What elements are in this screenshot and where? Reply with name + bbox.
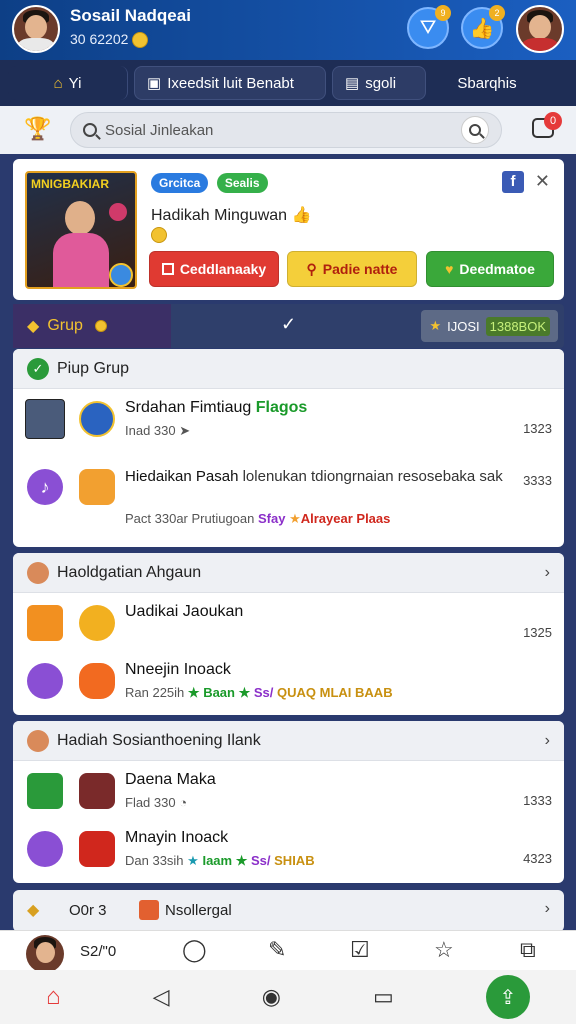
group-icon <box>27 663 63 699</box>
trophy-icon[interactable]: 🏆 <box>24 116 51 142</box>
home-circle-icon[interactable]: ◉ <box>262 984 281 1010</box>
list-item[interactable]: ♪ Hiedaikan Pasah lolenukan tdiongrnaian… <box>13 459 564 543</box>
section2-header[interactable]: Haoldgatian Ahgaun › <box>13 553 564 593</box>
box-icon <box>79 605 115 641</box>
section-more[interactable]: ◆ O0r 3 Nsollergal › <box>13 890 564 932</box>
section-social-rewards: Hadiah Sosianthoening Ilank › Daena Maka… <box>13 721 564 883</box>
folder-icon: ▤ <box>345 75 360 92</box>
send-icon: ➤ <box>179 423 191 438</box>
search-small-icon: ⚲ <box>306 260 317 277</box>
truck-icon <box>79 469 115 505</box>
chip-grcitca[interactable]: Grcitca <box>151 173 209 193</box>
nav-tabs: ⌂ Yi ▣ Ixeedsit luit Benabt ▤ sgoli Sbarqhi… <box>0 60 576 106</box>
home-red-icon[interactable]: ⌂ <box>46 983 61 1011</box>
search-input[interactable]: Sosial Jinleakan <box>70 112 502 148</box>
likes-button[interactable]: 👍 2 <box>461 5 505 49</box>
group-count-pill[interactable]: ★ IJOSI 1388BOK <box>421 310 558 342</box>
facebook-icon[interactable]: f <box>502 171 524 193</box>
calendar-icon <box>139 900 159 920</box>
coin-icon <box>132 32 149 49</box>
promo-card: MNIGBAKIAR Grcitca Sealis ✕ f Hadikah Mi… <box>13 159 564 300</box>
notification-badge: 0 <box>544 112 562 130</box>
list-item[interactable]: Daena Maka Flad 330 ◔ 1333 <box>13 763 564 825</box>
group-icon <box>27 831 63 867</box>
section-popular-group: ✓ Piup Grup Srdahan Fimtiaug Flagos Inad… <box>13 349 564 547</box>
group-tab[interactable]: ◆ Grup <box>13 304 171 348</box>
system-nav-bar: ⌂ ◁ ◉ ▭ ⇪ <box>0 970 576 1024</box>
home-icon: ⌂ <box>53 74 63 92</box>
tab-more[interactable]: Sbarqhis <box>432 66 542 100</box>
tasks-icon[interactable]: ☑ <box>350 937 370 963</box>
list-item[interactable]: Srdahan Fimtiaug Flagos Inad 330 ➤ 1323 <box>13 391 564 453</box>
poster-title: MNIGBAKIAR <box>31 177 109 191</box>
tab-folder[interactable]: ▤ sgoli <box>332 66 426 100</box>
list-item[interactable]: Uadikai Jaoukan 1325 <box>13 595 564 657</box>
promo-close-icon[interactable]: ✕ <box>535 171 550 192</box>
top-bar: Sosail Nadqeai 30 62202 ⛛ 9 👍 2 <box>0 0 576 60</box>
search-row: 🏆 Sosial Jinleakan 0 <box>0 106 576 154</box>
group-avatar-icon <box>79 401 115 437</box>
clock-icon: ◔ <box>179 795 188 810</box>
red-action-button[interactable]: Ceddlanaaky <box>149 251 279 287</box>
slot-icon <box>79 773 115 809</box>
profile-avatar[interactable] <box>12 5 60 53</box>
promo-coin-icon <box>151 227 167 243</box>
section-weekly-rewards: Haoldgatian Ahgaun › Uadikai Jaoukan 132… <box>13 553 564 715</box>
users-icon <box>27 561 49 584</box>
edit-icon[interactable]: ✎ <box>268 937 286 963</box>
bottom-nav: S2/"0 ◯ ✎ ☑ ☆ ⧉ <box>0 930 576 973</box>
thumbnail-icon <box>25 399 65 439</box>
user-avatar[interactable] <box>26 935 64 973</box>
friend-avatar[interactable] <box>516 5 564 53</box>
profile-name: Sosail Nadqeai <box>70 6 191 25</box>
tab-feed[interactable]: ▣ Ixeedsit luit Benabt <box>134 66 326 100</box>
chart-icon <box>27 773 63 809</box>
users-icon <box>27 729 49 752</box>
list-item[interactable]: Mnayin Inoack Dan 33sih ★ Iaam ★ Ss/ SHI… <box>13 821 564 883</box>
chip-sealis[interactable]: Sealis <box>216 173 268 193</box>
ticket-icon: ◆ <box>27 902 40 919</box>
chevron-right-icon[interactable]: › <box>545 732 550 750</box>
sausage-icon <box>79 663 115 699</box>
tab-home[interactable]: ⌂ Yi <box>8 66 128 100</box>
group-chevron-icon[interactable]: ✓ <box>281 314 296 335</box>
promo-poster[interactable]: MNIGBAKIAR <box>25 171 137 289</box>
yellow-action-button[interactable]: ⚲ Padie natte <box>287 251 417 287</box>
star-icon: ★ <box>429 318 442 333</box>
filter-button[interactable]: ⛛ 9 <box>407 5 451 49</box>
star-outline-icon[interactable]: ☆ <box>434 937 454 963</box>
heart-icon: ♥ <box>445 261 454 277</box>
share-icon[interactable]: ⧉ <box>520 937 536 963</box>
search-icon <box>83 123 97 137</box>
music-icon: ♪ <box>27 469 63 505</box>
upload-button[interactable]: ⇪ <box>485 975 530 1019</box>
gift-box-icon <box>79 831 115 867</box>
search-submit-icon[interactable] <box>461 116 489 144</box>
chevron-right-icon[interactable]: › <box>545 564 550 582</box>
filter-badge: 9 <box>435 5 451 21</box>
thumbs-up-icon: 👍 <box>469 17 495 40</box>
gift-icon <box>27 605 63 641</box>
chevron-right-icon[interactable]: › <box>545 900 550 918</box>
recents-icon[interactable]: ▭ <box>373 984 394 1010</box>
filter-icon: ⛛ <box>419 16 437 39</box>
green-action-button[interactable]: ♥ Deedmatoe <box>426 251 554 287</box>
image-icon: ▣ <box>147 75 162 92</box>
check-circle-icon: ✓ <box>27 357 49 380</box>
section1-header: ✓ Piup Grup <box>13 349 564 389</box>
promo-title: Hadikah Minguwan 👍 <box>151 207 312 224</box>
section3-header[interactable]: Hadiah Sosianthoening Ilank › <box>13 721 564 761</box>
group-bar[interactable]: ◆ Grup ✓ ★ IJOSI 1388BOK <box>13 304 564 348</box>
likes-badge: 2 <box>489 5 505 21</box>
back-icon[interactable]: ◁ <box>153 984 170 1010</box>
profile-sub: 30 62202 <box>70 31 149 49</box>
ticket-icon: ◆ <box>27 318 40 335</box>
square-icon <box>161 263 174 275</box>
chat-icon[interactable]: ◯ <box>182 937 207 963</box>
list-item[interactable]: Nneejin Inoack Ran 225ih ★ Baan ★ Ss/ QU… <box>13 653 564 715</box>
